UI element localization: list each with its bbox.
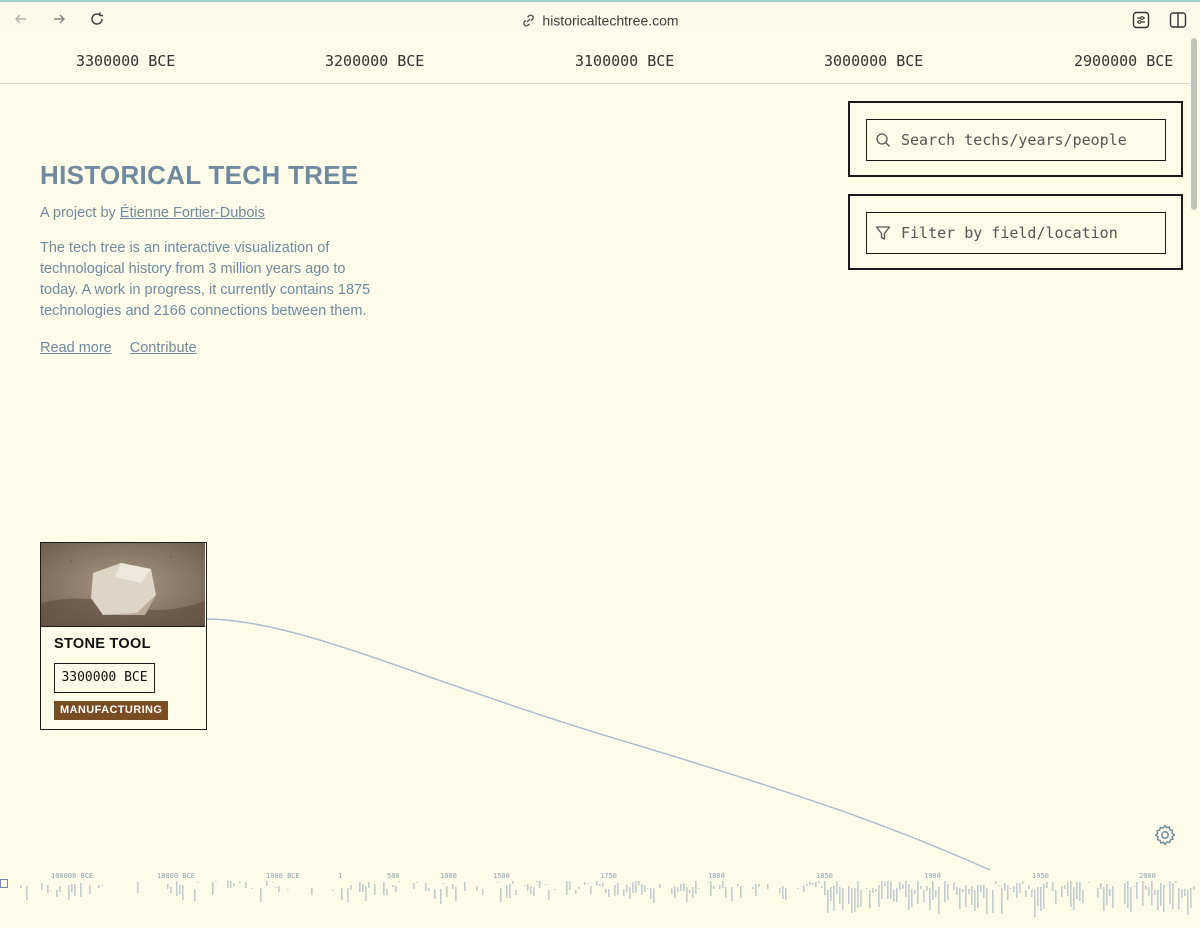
search-panel xyxy=(848,101,1183,177)
byline-prefix: A project by xyxy=(40,205,120,221)
timeline-year-label: 3000000 BCE xyxy=(824,52,924,70)
intro-section: HISTORICAL TECH TREE A project by Étienn… xyxy=(40,160,400,356)
browser-toolbar: historicaltechtree.com xyxy=(0,0,1200,36)
read-more-link[interactable]: Read more xyxy=(40,340,112,356)
tech-field-tag[interactable]: MANUFACTURING xyxy=(54,701,169,720)
search-field[interactable] xyxy=(866,119,1166,161)
settings-button[interactable] xyxy=(1153,823,1177,847)
sidebar-toggle-button[interactable] xyxy=(1167,9,1189,31)
intro-links: Read more Contribute xyxy=(40,340,400,356)
author-link[interactable]: Étienne Fortier-Dubois xyxy=(120,205,265,221)
tech-year-badge: 3300000 BCE xyxy=(54,663,155,693)
page-settings-button[interactable] xyxy=(1130,9,1152,31)
link-icon xyxy=(523,14,535,27)
timeline-year-label: 3200000 BCE xyxy=(325,52,425,70)
address-bar[interactable]: historicaltechtree.com xyxy=(0,11,1200,28)
gear-icon xyxy=(1154,824,1176,846)
tech-image xyxy=(41,543,205,627)
filter-icon xyxy=(867,225,899,241)
sidebar-icon xyxy=(1169,12,1187,28)
minimap-tech-dots xyxy=(20,881,1195,917)
timeline-year-label: 3300000 BCE xyxy=(76,52,176,70)
filter-panel xyxy=(848,194,1183,270)
timeline-minimap[interactable]: 100000 BCE 10000 BCE 1000 BCE 1 500 1000… xyxy=(0,866,1200,928)
description: The tech tree is an interactive visualiz… xyxy=(40,240,371,319)
filter-input[interactable] xyxy=(899,223,1163,243)
tech-title: STONE TOOL xyxy=(54,636,151,652)
sliders-icon xyxy=(1132,11,1150,29)
url-text: historicaltechtree.com xyxy=(542,12,679,29)
search-input[interactable] xyxy=(899,130,1163,150)
filter-field[interactable] xyxy=(866,212,1166,254)
search-icon xyxy=(867,132,899,148)
tech-card-stone-tool[interactable]: STONE TOOL 3300000 BCE MANUFACTURING xyxy=(40,542,207,730)
timeline-year-label: 3100000 BCE xyxy=(575,52,675,70)
byline: A project by Étienne Fortier-Dubois xyxy=(40,205,400,221)
vertical-scrollbar[interactable] xyxy=(1191,38,1197,210)
timeline-year-label: 2900000 BCE xyxy=(1074,52,1174,70)
page-title: HISTORICAL TECH TREE xyxy=(40,160,359,190)
timeline-header: 3300000 BCE 3200000 BCE 3100000 BCE 3000… xyxy=(0,36,1190,84)
contribute-link[interactable]: Contribute xyxy=(130,340,197,356)
